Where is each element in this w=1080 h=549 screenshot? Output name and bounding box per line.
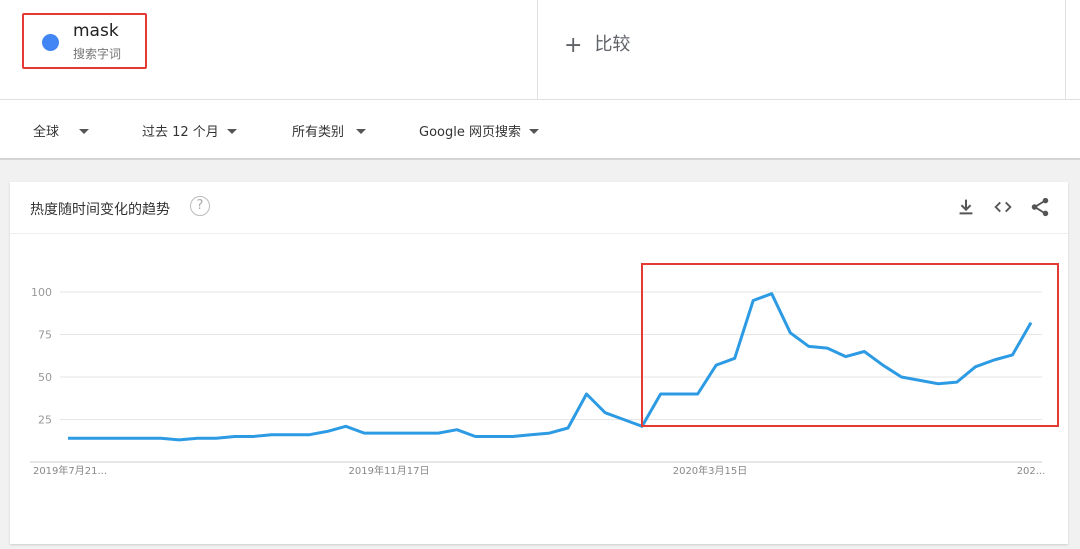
y-tick-label: 100	[31, 286, 52, 299]
y-tick-label: 25	[38, 414, 52, 427]
x-tick-label: 2019年7月21...	[33, 464, 107, 477]
x-tick-label: 2019年11月17日	[349, 464, 430, 477]
trend-line-chart: 25 50 75 100 2019年7月21... 2019年11月17日 2020年3月1…	[30, 263, 1059, 477]
series-line-mask[interactable]	[68, 292, 1033, 442]
highlight-box-peak	[641, 263, 1059, 427]
x-tick-label: 2020年3月15日	[673, 464, 748, 477]
y-tick-label: 75	[38, 329, 52, 342]
x-tick-label: 202...	[1017, 466, 1046, 477]
y-tick-label: 50	[38, 371, 52, 384]
